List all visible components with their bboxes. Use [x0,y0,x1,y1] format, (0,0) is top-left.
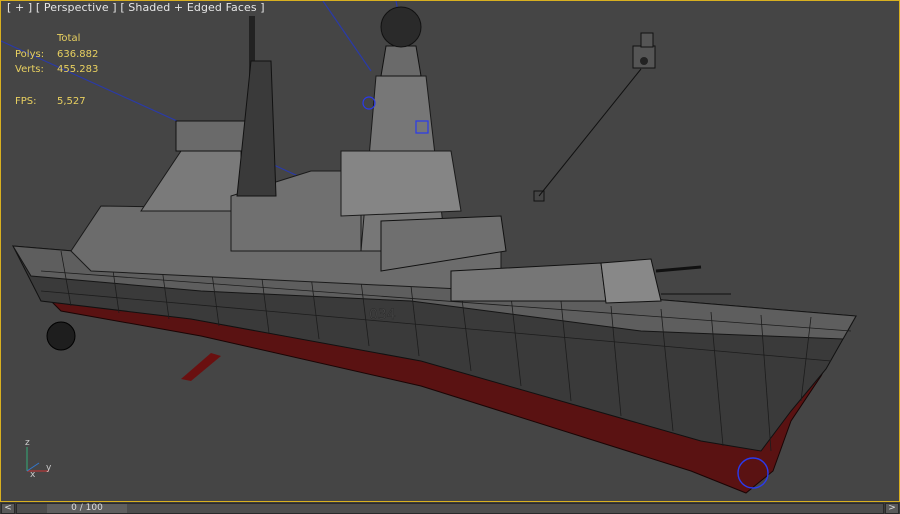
hull-number: 034 [369,307,396,323]
axis-x-label: x [30,470,36,479]
stats-overlay: Total Polys: 636.882 Verts: 455.283 FPS:… [15,31,98,109]
camera-target-line [538,68,642,197]
time-slider-track[interactable]: 0 / 100 [16,503,884,514]
light-line [322,1,372,72]
axis-tripod-icon: z x y [25,438,52,479]
fps-value: 5,527 [57,95,86,107]
next-frame-button[interactable]: > [885,503,899,514]
polys-value: 636.882 [57,48,99,60]
ship-model-render: 034 [1,1,857,494]
polys-label: Polys: [15,48,45,60]
viewport-label: [ + ] [ Perspective ] [ Shaded + Edged F… [7,1,265,14]
perspective-viewport[interactable]: 034 [ + ] [ Perspective ] [ Shaded + Edg… [0,0,900,502]
viewport-view-mode[interactable]: [ Perspective ] [36,1,117,14]
verts-value: 455.283 [57,64,99,75]
viewport-shading-mode[interactable]: [ Shaded + Edged Faces ] [120,1,264,14]
verts-label: Verts: [15,64,44,75]
stats-fps: FPS: 5,527 [15,94,98,110]
viewport-menu[interactable]: [ + ] [7,1,32,14]
stats-verts: Verts: 455.283 [15,62,98,78]
stats-polys: Polys: 636.882 [15,47,98,63]
time-slider-thumb[interactable]: 0 / 100 [47,504,127,513]
prev-frame-button[interactable]: < [1,503,15,514]
axis-y-label: y [46,463,52,473]
fps-label: FPS: [15,95,37,107]
axis-z-label: z [25,438,30,448]
camera-icon[interactable] [632,32,656,69]
stats-header: Total [57,33,81,44]
time-slider-bar: < 0 / 100 > [0,502,900,514]
